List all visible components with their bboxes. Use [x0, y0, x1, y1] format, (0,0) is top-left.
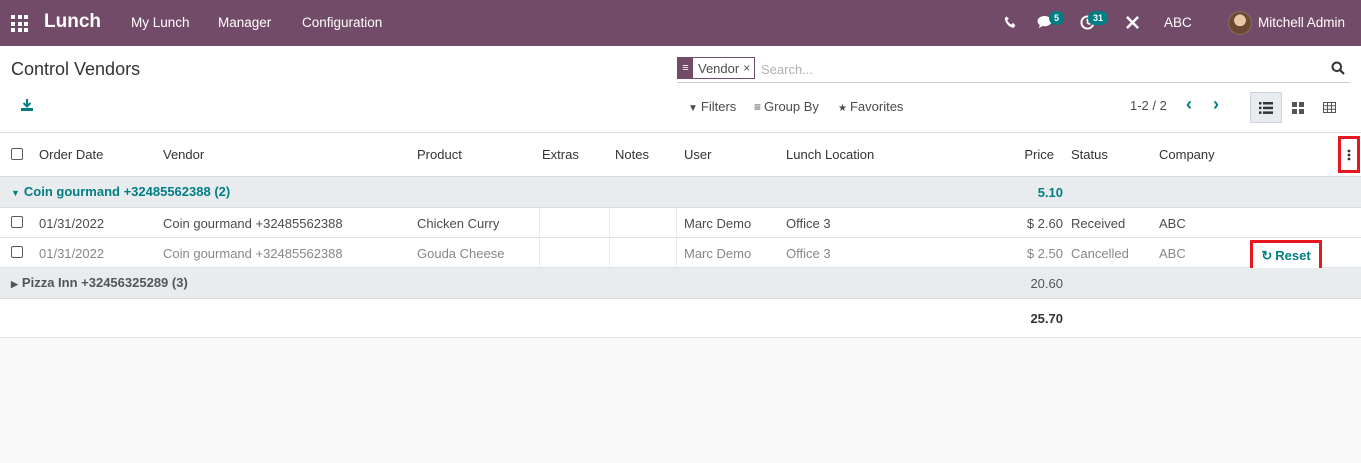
totals-row: 25.70 [0, 299, 1361, 338]
row-checkbox[interactable] [11, 216, 23, 228]
column-header-extras[interactable]: Extras [542, 147, 579, 162]
cell-status: Cancelled [1071, 246, 1129, 261]
app-name[interactable]: Lunch [44, 11, 101, 33]
group-row[interactable]: ▼ Coin gourmand +32485562388 (2) 5.10 [0, 177, 1361, 208]
list-view: Order Date Vendor Product Extras Notes U… [0, 133, 1361, 338]
group-by-icon: ≡ [754, 100, 762, 114]
cell-user: Marc Demo [684, 216, 752, 231]
cell-status: Received [1071, 216, 1126, 231]
cell-lunch-location: Office 3 [786, 216, 831, 231]
table-header: Order Date Vendor Product Extras Notes U… [0, 133, 1361, 177]
search-facet: ≡ Vendor × [677, 57, 756, 79]
caret-right-icon: ▶ [11, 279, 18, 289]
phone-icon[interactable] [1004, 15, 1017, 32]
menu-my-lunch[interactable]: My Lunch [131, 15, 190, 30]
activities-badge: 31 [1088, 11, 1109, 25]
cell-product: Gouda Cheese [417, 246, 505, 261]
group-by-button[interactable]: ≡ Group By [754, 99, 819, 114]
cell-company: ABC [1159, 216, 1186, 231]
filter-icon: ▼ [688, 103, 698, 114]
row-checkbox[interactable] [11, 246, 23, 258]
grand-total: 25.70 [1030, 311, 1063, 326]
column-separator [539, 208, 540, 237]
facet-value: Vendor [698, 60, 740, 76]
filters-button[interactable]: ▼ Filters [688, 99, 736, 114]
table-row[interactable]: 01/31/2022 Coin gourmand +32485562388 Ch… [0, 208, 1361, 238]
control-panel: Control Vendors ≡ Vendor × ▼Filters ≡Gro… [0, 46, 1361, 133]
chevron-left-icon[interactable]: ‹ [1186, 94, 1192, 115]
company-switcher[interactable]: ABC [1164, 15, 1192, 30]
search-input[interactable] [761, 59, 1321, 79]
favorites-label: Favorites [849, 99, 904, 114]
kanban-view-icon[interactable] [1282, 92, 1314, 123]
cell-company: ABC [1159, 246, 1186, 261]
cell-vendor: Coin gourmand +32485562388 [163, 246, 343, 261]
avatar[interactable] [1228, 11, 1252, 35]
column-header-lunch-location[interactable]: Lunch Location [786, 147, 874, 162]
select-all-checkbox[interactable] [11, 148, 23, 160]
favorites-button[interactable]: ★ Favorites [838, 99, 903, 114]
column-header-user[interactable]: User [684, 147, 711, 162]
column-header-vendor[interactable]: Vendor [163, 147, 204, 162]
column-separator [676, 238, 677, 267]
star-icon: ★ [838, 103, 847, 114]
cell-lunch-location: Office 3 [786, 246, 831, 261]
menu-manager[interactable]: Manager [218, 15, 271, 30]
search-icon[interactable] [1331, 61, 1345, 75]
cell-price: $ 2.60 [1026, 216, 1063, 231]
pivot-view-icon[interactable] [1313, 92, 1345, 123]
column-separator [676, 208, 677, 237]
group-total: 5.10 [1037, 185, 1063, 200]
column-separator [609, 208, 610, 237]
pager-value[interactable]: 1-2 / 2 [1130, 98, 1167, 113]
cell-price: $ 2.50 [1026, 246, 1063, 261]
group-label: Pizza Inn +32456325289 (3) [21, 275, 188, 290]
cell-vendor: Coin gourmand +32485562388 [163, 216, 343, 231]
chevron-right-icon[interactable]: › [1213, 94, 1219, 115]
tools-icon[interactable] [1125, 15, 1140, 33]
caret-down-icon: ▼ [11, 188, 20, 198]
search-bar: ≡ Vendor × [677, 55, 1350, 83]
facet-remove-button[interactable]: × [743, 61, 754, 75]
reset-button[interactable]: ↻ Reset [1250, 240, 1322, 271]
cell-user: Marc Demo [684, 246, 752, 261]
group-label: Coin gourmand +32485562388 (2) [23, 184, 231, 199]
cell-product: Chicken Curry [417, 216, 500, 231]
column-header-company[interactable]: Company [1159, 147, 1215, 162]
column-header-price[interactable]: Price [1000, 147, 1054, 162]
column-header-order-date[interactable]: Order Date [39, 147, 103, 162]
download-icon[interactable] [20, 98, 34, 112]
group-header[interactable]: ▼ Coin gourmand +32485562388 (2) [11, 184, 230, 199]
column-header-status[interactable]: Status [1071, 147, 1108, 162]
group-by-label: Group By [764, 99, 819, 114]
top-navbar: Lunch My Lunch Manager Configuration 5 3… [0, 0, 1361, 46]
group-total: 20.60 [1030, 276, 1063, 291]
cell-order-date: 01/31/2022 [39, 216, 105, 231]
list-view-icon[interactable] [1250, 92, 1282, 123]
column-separator [609, 238, 610, 267]
group-header[interactable]: ▶ Pizza Inn +32456325289 (3) [11, 275, 188, 290]
kebab-icon[interactable] [1338, 136, 1360, 173]
group-by-facet-icon: ≡ [678, 57, 693, 79]
column-header-notes[interactable]: Notes [615, 147, 649, 162]
page-title: Control Vendors [11, 59, 141, 79]
group-row[interactable]: ▶ Pizza Inn +32456325289 (3) 20.60 [0, 268, 1361, 299]
filters-label: Filters [700, 99, 737, 114]
table-row[interactable]: 01/31/2022 Coin gourmand +32485562388 Go… [0, 238, 1361, 271]
apps-icon[interactable] [11, 15, 28, 32]
reset-label: Reset [1275, 248, 1311, 263]
user-menu[interactable]: Mitchell Admin [1258, 15, 1345, 30]
messages-badge: 5 [1049, 11, 1065, 25]
cell-order-date: 01/31/2022 [39, 246, 105, 261]
column-separator [539, 238, 540, 267]
reset-icon: ↻ [1261, 247, 1273, 263]
column-header-product[interactable]: Product [417, 147, 462, 162]
menu-configuration[interactable]: Configuration [302, 15, 382, 30]
